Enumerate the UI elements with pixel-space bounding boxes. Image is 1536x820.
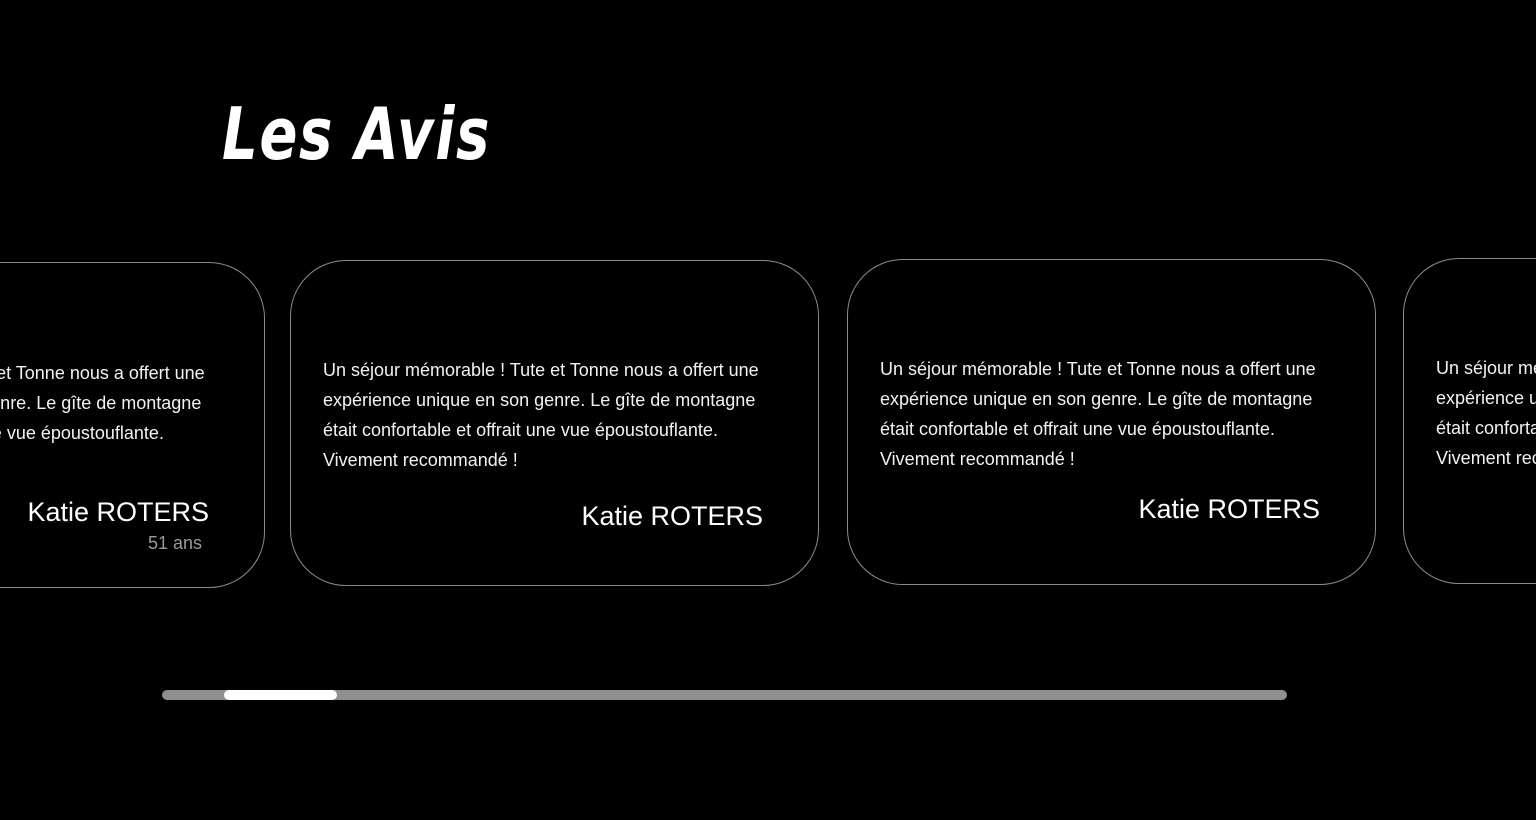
reviews-page: Les Avis Un séjour mémorable ! Tute et T… (0, 0, 1536, 820)
review-age: 51 ans (147, 533, 202, 553)
review-card: Un séjour mémorable ! Tute et Tonne nous… (290, 260, 819, 586)
carousel-scrollbar-thumb[interactable] (224, 690, 337, 700)
review-text: Un séjour mémorable ! Tute et Tonne nous… (0, 363, 205, 443)
review-author: Katie ROTERS (27, 497, 209, 527)
review-card: Un séjour mémorable ! Tute et Tonne nous… (0, 262, 265, 588)
review-card: Un séjour mémorable ! Tute et Tonne nous… (847, 259, 1376, 585)
review-text: Un séjour mémorable ! Tute et Tonne nous… (323, 360, 759, 470)
review-card: Un séjour mémorable ! Tute et Tonne nous… (1403, 258, 1536, 584)
carousel-scrollbar-track[interactable] (162, 690, 1287, 700)
review-author: Katie ROTERS (1138, 494, 1320, 524)
review-author: Katie ROTERS (581, 501, 763, 531)
review-text: Un séjour mémorable ! Tute et Tonne nous… (1436, 358, 1536, 468)
review-text: Un séjour mémorable ! Tute et Tonne nous… (880, 359, 1316, 469)
